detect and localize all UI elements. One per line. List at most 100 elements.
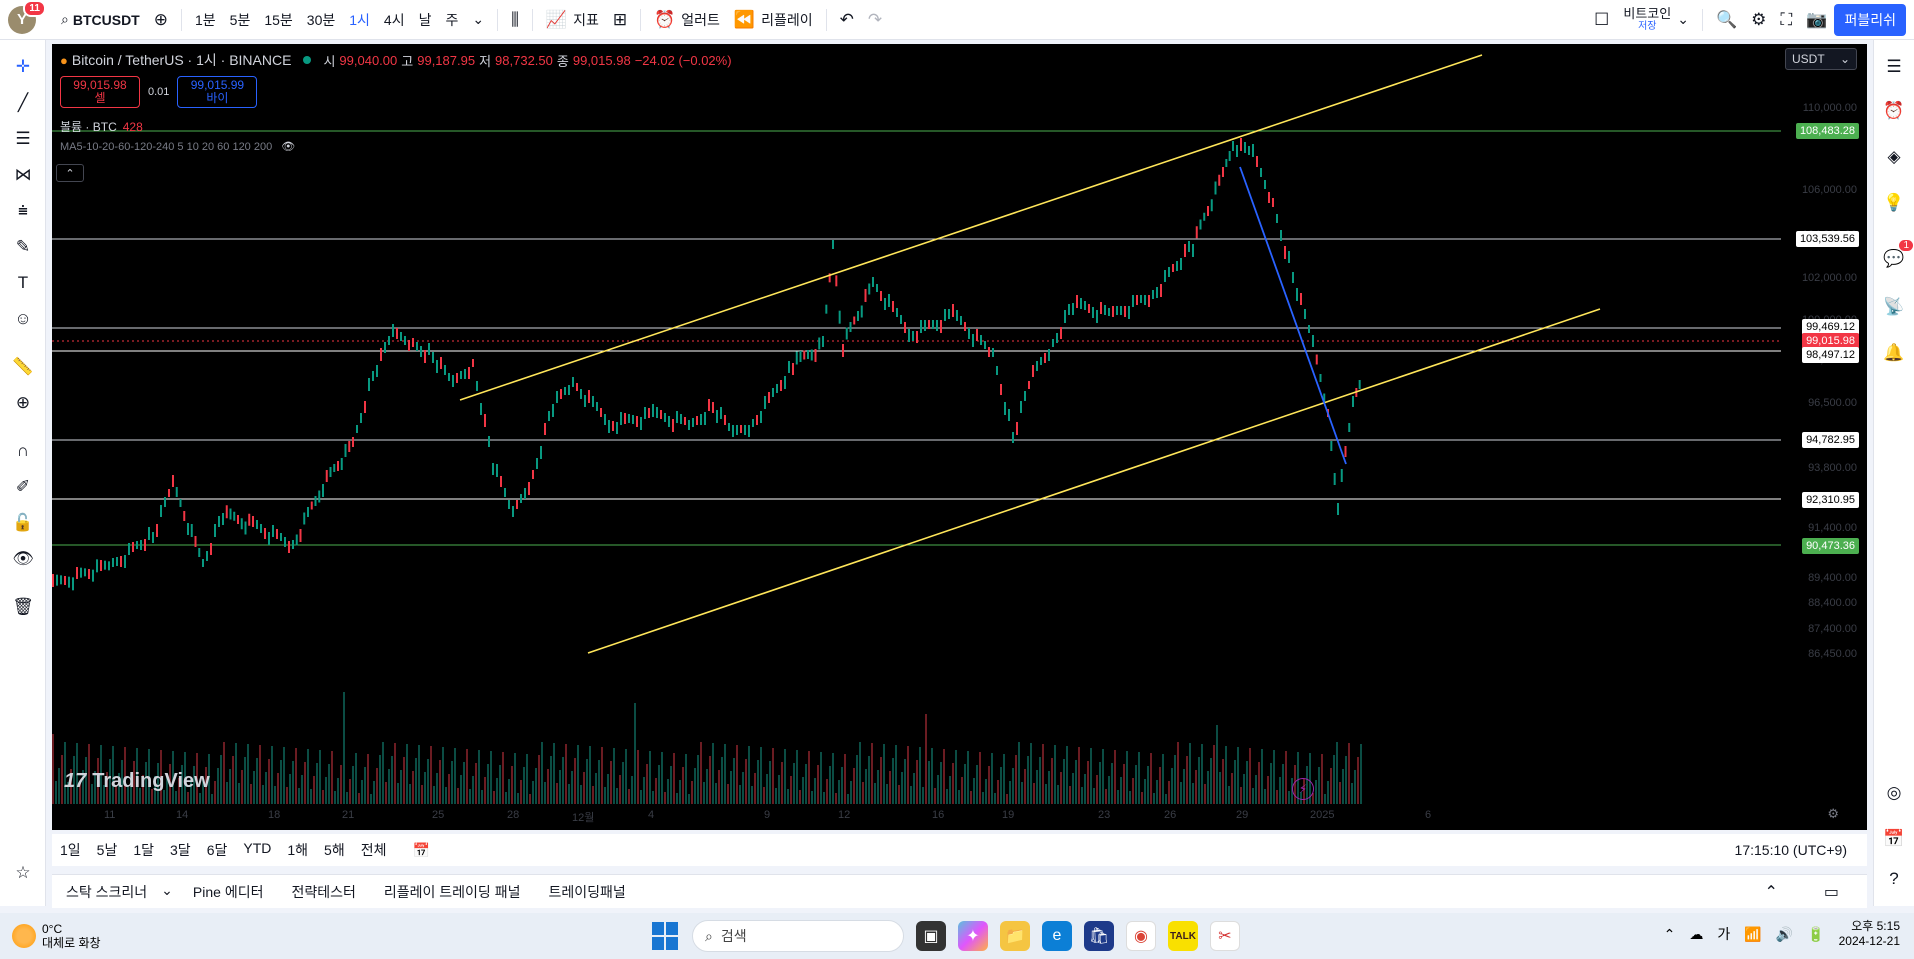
snapshot-button[interactable]: 📷 (1799, 0, 1834, 40)
sell-button[interactable]: 99,015.98 셀 (60, 76, 140, 108)
fullscreen-button[interactable]: ⛶ (1773, 0, 1799, 40)
tradingview-logo[interactable]: 17 TradingView (64, 770, 210, 793)
publish-button[interactable]: 퍼블리쉬 (1834, 3, 1906, 36)
layers-icon[interactable]: ◈ (1881, 144, 1907, 170)
forecast-icon[interactable]: ⩧ (10, 198, 36, 224)
price-chart[interactable]: ● Bitcoin / TetherUS · 1시 · BINANCE 시 99,… (52, 44, 1867, 830)
price-level-label[interactable]: 92,310.95 (1802, 492, 1859, 508)
edge-icon[interactable]: e (1042, 921, 1072, 951)
lock-pencil-icon[interactable]: ✐ (10, 474, 36, 500)
range-button-6[interactable]: 1해 (279, 840, 316, 860)
range-button-2[interactable]: 1달 (125, 840, 162, 860)
store-icon[interactable]: 🛍 (1084, 921, 1114, 951)
lightbulb-icon[interactable]: 💡 (1881, 190, 1907, 216)
range-button-5[interactable]: YTD (235, 840, 279, 860)
snipping-tool-icon[interactable]: ✂ (1210, 921, 1240, 951)
settings-button[interactable]: ⚙ (1744, 0, 1773, 40)
alert-button[interactable]: ⏰ 얼러트 (647, 0, 727, 40)
maximize-icon[interactable]: ▭ (1810, 882, 1853, 902)
kakaotalk-icon[interactable]: TALK (1168, 921, 1198, 951)
ma-legend[interactable]: MA5-10-20-60-120-240 5 10 20 60 120 200 … (60, 140, 295, 153)
magnet-icon[interactable]: ∩ (10, 438, 36, 464)
lightning-icon[interactable]: ⚡ (1292, 778, 1314, 800)
layout-name-button[interactable]: 비트코인 저장 ⌄ (1616, 0, 1696, 40)
cloud-icon[interactable]: ☁ (1689, 926, 1703, 943)
interval-2[interactable]: 15분 (257, 0, 299, 40)
alarm-clock-icon[interactable]: ⏰ (1881, 98, 1907, 124)
ruler-icon[interactable]: 📏 (10, 354, 36, 380)
interval-dropdown[interactable]: ⌄ (465, 0, 491, 40)
fib-icon[interactable]: ☰ (10, 126, 36, 152)
quick-search-button[interactable]: 🔍 (1709, 0, 1744, 40)
replay-button[interactable]: ⏪ 리플레이 (727, 0, 820, 40)
volume-icon[interactable]: 🔊 (1776, 926, 1793, 943)
trendline-icon[interactable]: ╱ (10, 90, 36, 116)
interval-0[interactable]: 1분 (188, 0, 223, 40)
copilot-icon[interactable]: ✦ (958, 921, 988, 951)
pattern-icon[interactable]: ⋈ (10, 162, 36, 188)
range-button-0[interactable]: 1일 (52, 840, 89, 860)
symbol-search[interactable]: ⌕ BTCUSDT (54, 0, 147, 40)
axis-settings-icon[interactable]: ⚙ (1827, 806, 1839, 822)
bottom-tab-1[interactable]: Pine 에디터 (179, 882, 278, 902)
interval-7[interactable]: 주 (438, 0, 465, 40)
chart-canvas[interactable] (52, 44, 1867, 830)
clock-readout[interactable]: 17:15:10 (UTC+9) (1727, 842, 1855, 858)
range-button-1[interactable]: 5날 (89, 840, 126, 860)
zoom-in-icon[interactable]: ⊕ (10, 390, 36, 416)
chart-type-button[interactable]: ⫼ (504, 0, 526, 40)
eye-icon[interactable]: 👁 (10, 546, 36, 572)
eye-hidden-icon[interactable]: 👁 (281, 141, 295, 153)
interval-6[interactable]: 날 (412, 0, 439, 40)
bottom-tab-2[interactable]: 전략테스터 (277, 882, 369, 902)
redo-button[interactable]: ↷ (861, 0, 889, 40)
task-view-icon[interactable]: ▣ (916, 921, 946, 951)
calendar-goto-icon[interactable]: 📅 (404, 842, 437, 859)
templates-button[interactable]: ⊞ (606, 0, 634, 40)
brush-icon[interactable]: ✎ (10, 234, 36, 260)
star-icon[interactable]: ☆ (10, 860, 36, 886)
system-clock[interactable]: 오후 5:15 2024-12-21 (1839, 919, 1900, 949)
trash-icon[interactable]: 🗑 (10, 594, 36, 620)
ime-indicator[interactable]: 가 (1717, 924, 1730, 944)
compare-symbol-button[interactable]: ⊕ (147, 0, 175, 40)
indicators-button[interactable]: 📈 지표 (539, 0, 606, 40)
price-level-label[interactable]: 108,483.28 (1795, 123, 1859, 139)
price-level-label[interactable]: 90,473.36 (1802, 538, 1859, 554)
range-button-4[interactable]: 6달 (199, 840, 236, 860)
taskbar-search[interactable]: ⌕ 검색 (692, 920, 904, 952)
chevron-up-icon[interactable]: ⌃ (1664, 926, 1676, 943)
interval-5[interactable]: 4시 (377, 0, 412, 40)
battery-icon[interactable]: 🔋 (1807, 926, 1824, 943)
bottom-tab-3[interactable]: 리플레이 트레이딩 패널 (370, 882, 535, 902)
order-quantity[interactable]: 0.01 (148, 86, 169, 98)
range-button-3[interactable]: 3달 (162, 840, 199, 860)
chevron-down-icon[interactable]: ⌄ (161, 882, 179, 902)
text-icon[interactable]: T (10, 270, 36, 296)
wifi-icon[interactable]: 📶 (1744, 926, 1761, 943)
calendar-icon[interactable]: 📅 (1881, 826, 1907, 852)
price-level-label[interactable]: 98,497.12 (1802, 347, 1859, 363)
emoji-icon[interactable]: ☺ (10, 306, 36, 332)
bell-icon[interactable]: 🔔 (1881, 340, 1907, 366)
crosshair-icon[interactable]: ✛ (10, 54, 36, 80)
chat-icon[interactable]: 💬 1 (1881, 240, 1913, 272)
help-icon[interactable]: ? (1881, 866, 1907, 892)
legend-title[interactable]: Bitcoin / TetherUS · 1시 · BINANCE (72, 50, 292, 70)
buy-button[interactable]: 99,015.99 바이 (177, 76, 258, 108)
bottom-tab-0[interactable]: 스탁 스크리너 (52, 882, 161, 902)
collapse-legend-button[interactable]: ⌃ (56, 164, 84, 182)
undo-button[interactable]: ↶ (833, 0, 861, 40)
lock-icon[interactable]: 🔓 (10, 510, 36, 536)
currency-select[interactable]: USDT ⌄ (1785, 48, 1857, 70)
interval-1[interactable]: 5분 (223, 0, 258, 40)
interval-4[interactable]: 1시 (342, 0, 377, 40)
user-avatar[interactable]: Y 11 (8, 0, 46, 34)
file-explorer-icon[interactable]: 📁 (1000, 921, 1030, 951)
bottom-tab-4[interactable]: 트레이딩패널 (534, 882, 639, 902)
layout-toggle[interactable]: ☐ (1587, 0, 1616, 40)
price-level-label[interactable]: 103,539.56 (1795, 231, 1859, 247)
watchlist-icon[interactable]: ☰ (1881, 54, 1907, 80)
target-icon[interactable]: ◎ (1881, 780, 1907, 806)
weather-widget[interactable]: 0°C 대체로 화창 (12, 922, 101, 950)
